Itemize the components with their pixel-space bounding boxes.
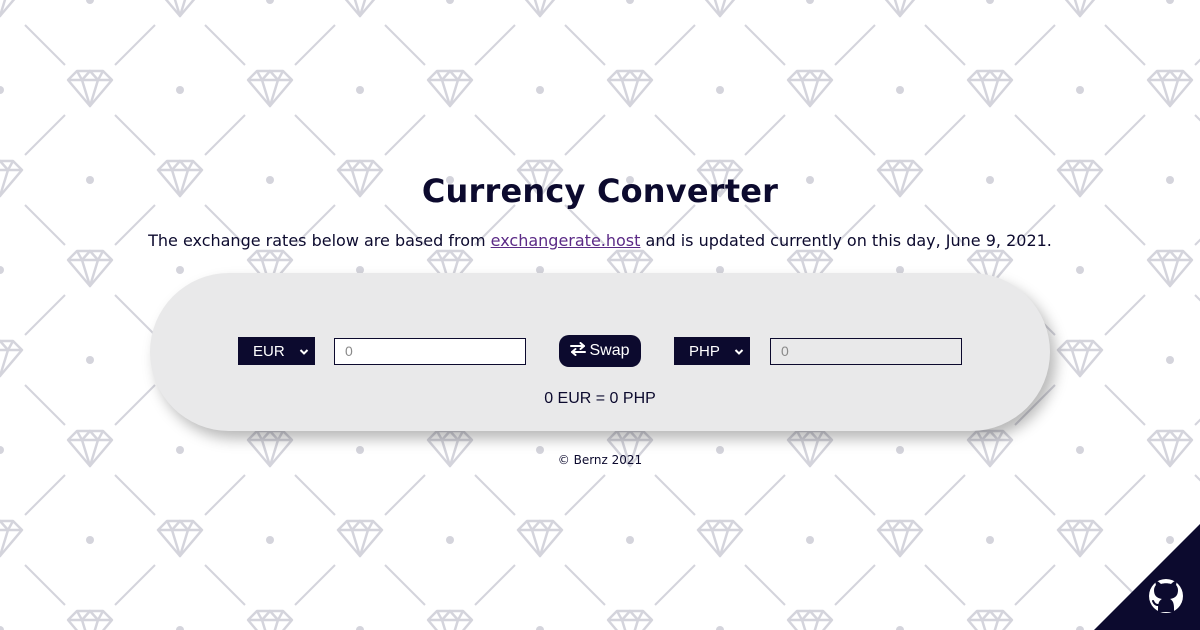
from-amount-input[interactable]: 0 [334,338,526,365]
page-title: Currency Converter [421,172,779,210]
chevron-down-icon [734,349,744,355]
conversion-result: 0 EUR = 0 PHP [544,390,656,407]
page-content: Currency Converter The exchange rates be… [0,0,1200,630]
to-currency-value: PHP [689,343,720,360]
subtitle-text-after: and is updated currently on this day, Ju… [640,231,1052,250]
github-corner-link[interactable] [1094,524,1200,630]
github-icon [1149,579,1183,613]
swap-button-label: Swap [589,342,630,359]
swap-button[interactable]: Swap [559,335,641,367]
to-amount-output: 0 [770,338,962,365]
from-amount-placeholder: 0 [345,343,353,359]
to-amount-placeholder: 0 [781,343,789,359]
exchangerate-link[interactable]: exchangerate.host [491,231,641,250]
to-currency-select[interactable]: PHP [674,337,750,365]
page-subtitle: The exchange rates below are based from … [0,231,1200,250]
converter-card: EUR 0 Swap PHP 0 0 EUR = 0 PHP [150,273,1050,431]
from-currency-value: EUR [253,343,285,360]
footer-copyright: © Bernz 2021 [557,453,643,467]
from-currency-select[interactable]: EUR [238,337,315,365]
subtitle-text-before: The exchange rates below are based from [148,231,491,250]
chevron-down-icon [299,349,309,355]
swap-arrows-icon [570,342,587,357]
